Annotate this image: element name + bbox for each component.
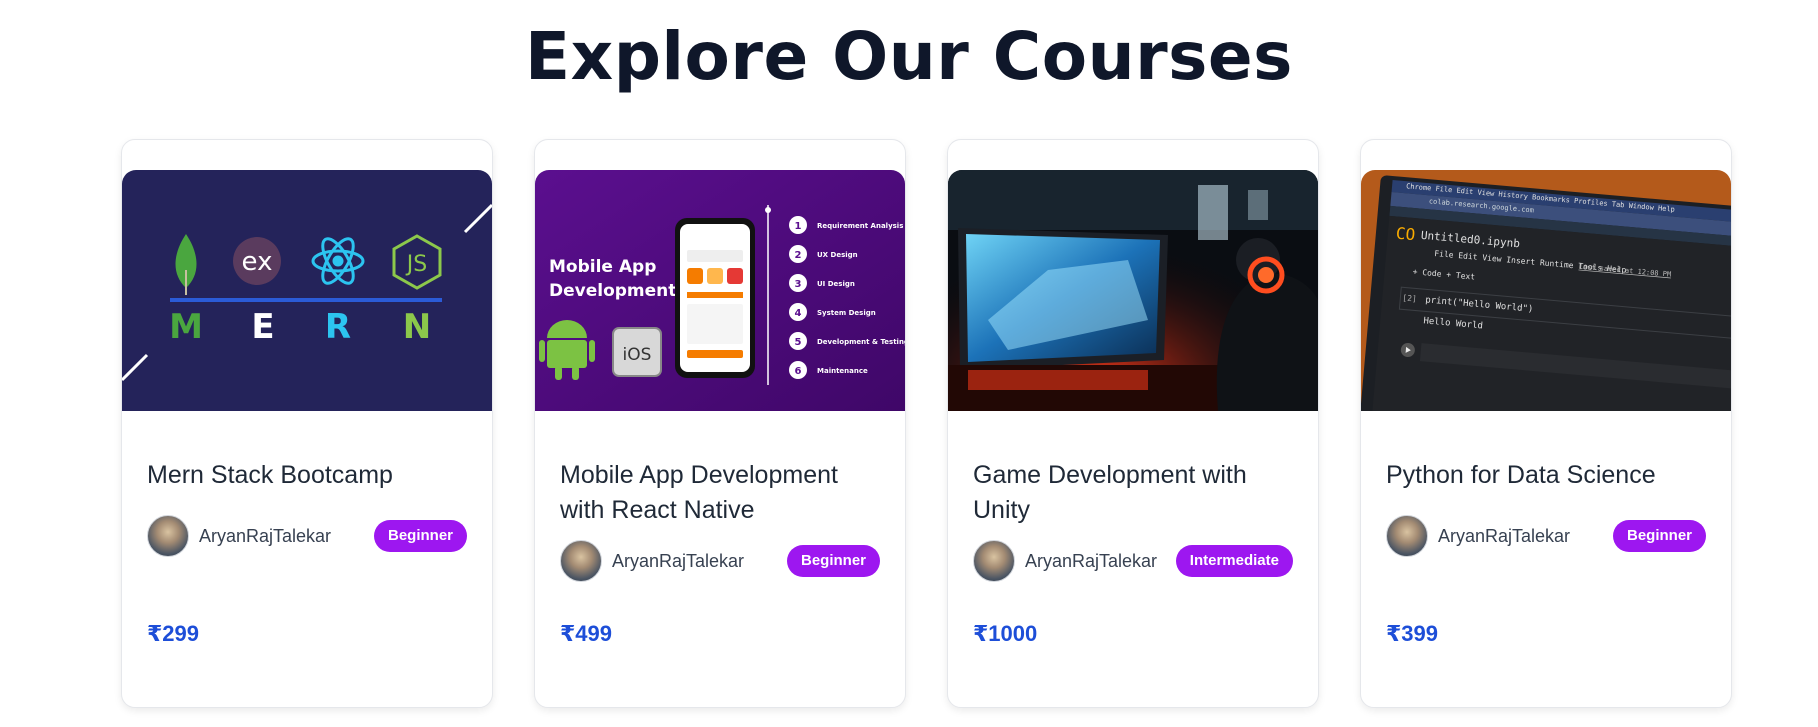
course-card-python[interactable]: Chrome File Edit View History Bookmarks … [1360,139,1732,708]
course-card-mern[interactable]: ex JS M E R N Mern Stack Bootcamp AryanR… [121,139,493,708]
course-thumbnail: Chrome File Edit View History Bookmarks … [1361,170,1731,411]
page-title: Explore Our Courses [525,18,1293,95]
svg-text:R: R [325,307,351,347]
ios-icon: iOS [612,327,662,377]
course-card-gamedev[interactable]: Game Development with Unity AryanRajTale… [947,139,1319,708]
svg-text:1: 1 [795,221,802,232]
author-name: AryanRajTalekar [199,525,332,546]
svg-text:2: 2 [795,250,802,261]
express-icon: ex [233,237,281,285]
svg-text:6: 6 [795,366,802,377]
course-title[interactable]: Game Development with Unity [973,458,1293,528]
author-name: AryanRajTalekar [612,550,745,571]
svg-text:3: 3 [795,279,802,290]
svg-text:5: 5 [795,337,802,348]
svg-text:JS: JS [405,252,427,277]
svg-text:E: E [251,307,274,347]
svg-text:CO: CO [1395,224,1416,245]
author-avatar [147,515,189,557]
author-name: AryanRajTalekar [1025,550,1158,571]
svg-text:Requirement Analysis: Requirement Analysis [817,222,903,230]
course-price: ₹499 [560,621,613,646]
course-price: ₹399 [1386,621,1439,646]
svg-text:iOS: iOS [623,345,652,365]
course-grid: ex JS M E R N Mern Stack Bootcamp AryanR… [121,139,1732,708]
level-badge: Intermediate [1175,545,1293,577]
author-avatar [1386,515,1428,557]
author-avatar [973,540,1015,582]
svg-text:M: M [169,307,203,347]
course-price: ₹299 [147,621,200,646]
course-thumbnail: ex JS M E R N [122,170,492,411]
svg-text:UI Design: UI Design [817,280,855,288]
author-avatar [560,540,602,582]
phone-mockup [675,218,755,378]
course-title[interactable]: Mern Stack Bootcamp [147,458,467,493]
svg-text:System Design: System Design [817,309,876,317]
svg-text:Development & Testing: Development & Testing [817,338,905,346]
svg-text:4: 4 [795,308,802,319]
svg-text:[2]: [2] [1402,293,1417,303]
course-thumbnail [948,170,1318,411]
svg-text:UX Design: UX Design [817,251,858,259]
course-thumbnail: Mobile App Development iOS 1 Requirement… [535,170,905,411]
svg-text:Maintenance: Maintenance [817,367,868,375]
course-title[interactable]: Mobile App Development with React Native [560,458,880,528]
level-badge: Beginner [1612,520,1706,552]
course-card-mobile[interactable]: Mobile App Development iOS 1 Requirement… [534,139,906,708]
course-title[interactable]: Python for Data Science [1386,458,1706,493]
level-badge: Beginner [373,520,467,552]
svg-text:Mobile App: Mobile App [549,257,656,277]
level-badge: Beginner [786,545,880,577]
svg-text:N: N [403,307,431,347]
svg-text:Development: Development [549,281,676,301]
course-price: ₹1000 [973,621,1038,646]
svg-text:ex: ex [242,247,273,277]
author-name: AryanRajTalekar [1438,525,1571,546]
